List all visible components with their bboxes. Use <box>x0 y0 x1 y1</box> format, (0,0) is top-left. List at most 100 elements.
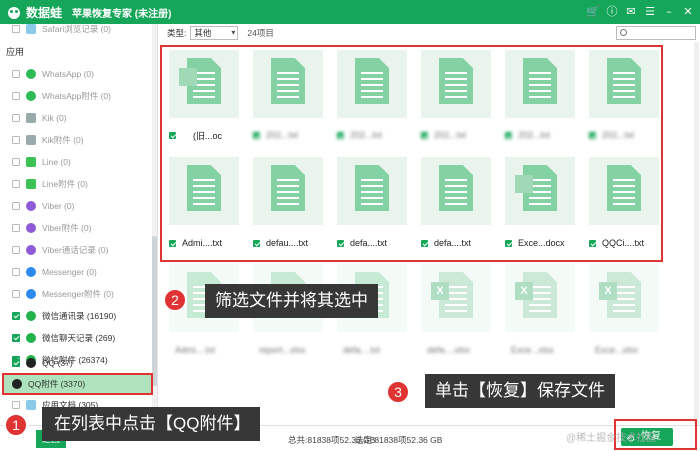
file-caption[interactable]: report...xlsx <box>253 344 306 356</box>
cart-icon[interactable]: 🛒 <box>585 4 601 20</box>
qq-attachments-highlight <box>2 373 153 395</box>
selected-files-highlight <box>160 45 663 262</box>
sidebar-scrollbar[interactable] <box>152 236 157 386</box>
step-3-badge: 3 <box>386 380 410 404</box>
sidebar-item-line[interactable]: Line (0) <box>12 153 152 171</box>
sidebar-item-label: Messenger附件 (0) <box>42 289 114 299</box>
item-count: 24项目 <box>247 28 274 38</box>
checkbox[interactable] <box>12 92 20 100</box>
sidebar-item-viber-attachments[interactable]: Viber附件 (0) <box>12 219 152 237</box>
file-caption[interactable]: Exce...xlsx <box>589 344 638 356</box>
section-title-apps: 应用 <box>6 47 25 57</box>
info-icon[interactable]: ⓘ <box>604 4 620 20</box>
file-thumbnail[interactable]: X <box>421 264 491 332</box>
type-select[interactable]: 其他 <box>190 26 239 40</box>
viber-icon <box>26 245 36 255</box>
file-name: Exce...xlsx <box>511 345 555 355</box>
grid-scrollbar[interactable] <box>694 42 699 425</box>
file-name: defa....xlsx <box>427 345 471 355</box>
sidebar-item-kik-attachments[interactable]: Kik附件 (0) <box>12 131 152 149</box>
app-subtitle: 苹果恢复专家 (未注册) <box>72 8 172 20</box>
checkbox[interactable] <box>12 70 20 78</box>
checkbox[interactable] <box>12 401 20 409</box>
checkbox[interactable] <box>12 224 20 232</box>
step-2-badge: 2 <box>163 288 187 312</box>
file-name: report...xlsx <box>259 345 306 355</box>
sidebar-item-label: Kik附件 (0) <box>42 135 84 145</box>
kik-icon <box>26 113 36 123</box>
type-select-value: 其他 <box>194 28 212 38</box>
whatsapp-icon <box>26 91 36 101</box>
step-2-callout: 筛选文件并将其选中 <box>205 284 378 318</box>
file-name: Exce...xlsx <box>595 345 639 355</box>
checkbox[interactable] <box>12 158 20 166</box>
messenger-icon <box>26 289 36 299</box>
checkbox[interactable] <box>12 290 20 298</box>
sidebar-item-whatsapp-attachments[interactable]: WhatsApp附件 (0) <box>12 87 152 105</box>
checkbox[interactable] <box>12 334 20 342</box>
sidebar-item-line-attachments[interactable]: Line附件 (0) <box>12 175 152 193</box>
minimize-icon[interactable]: – <box>661 4 677 20</box>
sidebar-item-label: Viber (0) <box>42 201 75 211</box>
checkbox[interactable] <box>12 246 20 254</box>
sidebar-item-qq[interactable]: QQ (37) <box>12 354 152 372</box>
sidebar-item-label: 微信聊天记录 (269) <box>42 333 116 343</box>
whatsapp-icon <box>26 69 36 79</box>
step-1-badge: 1 <box>4 413 28 437</box>
frog-logo-icon <box>8 7 20 19</box>
sidebar-item-label: Line附件 (0) <box>42 179 88 189</box>
sidebar-item-kik[interactable]: Kik (0) <box>12 109 152 127</box>
wechat-icon <box>26 333 36 343</box>
folder-icon <box>26 400 36 410</box>
checkbox[interactable] <box>12 25 20 33</box>
menu-icon[interactable]: ☰ <box>642 4 658 20</box>
file-caption[interactable]: defa....txt <box>337 344 380 356</box>
sidebar-item-messenger[interactable]: Messenger (0) <box>12 263 152 281</box>
sidebar-item-safari[interactable]: Safari浏览记录 (0) <box>12 24 152 38</box>
sidebar-item-label: Viber附件 (0) <box>42 223 92 233</box>
search-icon <box>620 29 627 36</box>
chat-icon[interactable]: ✉ <box>623 4 639 20</box>
excel-badge-icon: X <box>515 282 533 300</box>
file-thumbnail[interactable]: X <box>589 264 659 332</box>
wechat-icon <box>26 311 36 321</box>
watermark: @稀土掘金技术社区 <box>566 433 657 444</box>
excel-badge-icon: X <box>431 282 449 300</box>
selected-summary: 选定:81838项52.36 GB <box>355 435 443 445</box>
step-3-text: 单击【恢复】保存文件 <box>435 381 605 400</box>
sidebar-item-viber-calls[interactable]: Viber通话记录 (0) <box>12 241 152 259</box>
viber-icon <box>26 223 36 233</box>
checkbox[interactable] <box>12 114 20 122</box>
sidebar-item-label: Viber通话记录 (0) <box>42 245 109 255</box>
file-name: Admi....txt <box>175 345 216 355</box>
sidebar-item-label: WhatsApp附件 (0) <box>42 91 111 101</box>
viber-icon <box>26 201 36 211</box>
sidebar-item-label: Kik (0) <box>42 113 67 123</box>
app-logo: 数据蛙 <box>6 4 62 21</box>
sidebar-item-label: WhatsApp (0) <box>42 69 94 79</box>
checkbox[interactable] <box>12 202 20 210</box>
safari-icon <box>26 24 36 34</box>
sidebar-item-label: Safari浏览记录 (0) <box>42 24 111 34</box>
app-name: 数据蛙 <box>26 5 63 20</box>
sidebar-item-wechat-chats[interactable]: 微信聊天记录 (269) <box>12 329 152 347</box>
sidebar-item-wechat-contacts[interactable]: 微信通讯录 (16190) <box>12 307 152 325</box>
sidebar-item-viber[interactable]: Viber (0) <box>12 197 152 215</box>
checkbox[interactable] <box>12 136 20 144</box>
excel-badge-icon: X <box>599 282 617 300</box>
sidebar-item-messenger-attachments[interactable]: Messenger附件 (0) <box>12 285 152 303</box>
file-caption[interactable]: defa....xlsx <box>421 344 470 356</box>
sidebar-item-whatsapp[interactable]: WhatsApp (0) <box>12 65 152 83</box>
search-input[interactable] <box>616 26 696 40</box>
line-icon <box>26 179 36 189</box>
kik-icon <box>26 135 36 145</box>
step-1-text: 在列表中点击【QQ附件】 <box>54 414 251 433</box>
file-caption[interactable]: Admi....txt <box>169 344 215 356</box>
checkbox[interactable] <box>12 359 20 367</box>
checkbox[interactable] <box>12 268 20 276</box>
checkbox[interactable] <box>12 312 20 320</box>
file-caption[interactable]: Exce...xlsx <box>505 344 554 356</box>
close-icon[interactable]: ✕ <box>680 4 696 20</box>
file-thumbnail[interactable]: X <box>505 264 575 332</box>
checkbox[interactable] <box>12 180 20 188</box>
